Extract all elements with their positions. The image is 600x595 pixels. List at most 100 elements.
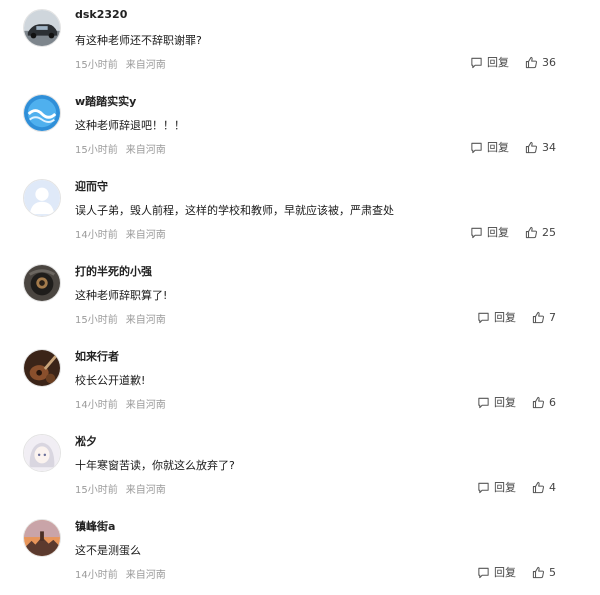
comment-actions: 回复 36 (470, 54, 556, 70)
reply-label: 回复 (494, 396, 516, 409)
thumbs-up-icon (532, 481, 544, 493)
comment-meta: 14小时前 来自河南 (75, 226, 166, 241)
reply-button[interactable]: 回复 (477, 564, 516, 580)
comment-meta: 15小时前 来自河南 (75, 311, 166, 326)
like-button[interactable]: 34 (525, 141, 556, 154)
avatar[interactable] (23, 519, 61, 557)
sunset-photo-icon (24, 520, 60, 556)
comment-item: 如来行者 校长公开道歉! 14小时前 来自河南 回复 6 (0, 340, 600, 425)
comment-item: 迎而守 误人子弟，毁人前程，这样的学校和教师，早就应该被，严肃查处 14小时前来… (0, 170, 600, 255)
reply-button[interactable]: 回复 (477, 394, 516, 410)
comment-item: dsk2320 有这种老师还不辞职谢罪? 15小时前 来自河南 回复 36 (0, 0, 600, 85)
comment-time: 14小时前 (75, 230, 118, 241)
comment-location: 来自河南 (125, 230, 166, 241)
like-count: 4 (549, 480, 556, 494)
like-button[interactable]: 36 (525, 56, 556, 69)
like-button[interactable]: 7 (532, 311, 556, 324)
comment-location: 来自河南 (125, 570, 166, 581)
avatar[interactable] (23, 349, 61, 387)
reply-button[interactable]: 回复 (477, 309, 516, 325)
username[interactable]: 凇夕 (75, 433, 97, 449)
comment-time: 14小时前 (75, 400, 118, 411)
comment-actions: 回复 25 (470, 224, 556, 240)
comment-location: 来自河南 (125, 315, 166, 326)
like-button[interactable]: 5 (532, 566, 556, 579)
comment-text: 这种老师辞退吧！！！ (75, 119, 185, 132)
reply-label: 回复 (494, 311, 516, 324)
reply-icon (471, 227, 482, 238)
thumbs-up-icon (532, 566, 544, 578)
comment-meta: 15小时前 来自河南 (75, 481, 166, 496)
avatar[interactable] (23, 9, 61, 47)
comment-location: 来自河南 (125, 485, 166, 496)
comment-text: 校长公开道歉! (75, 374, 146, 387)
username[interactable]: 打的半死的小强 (75, 263, 152, 279)
anime-girl-icon (24, 435, 60, 471)
reply-label: 回复 (494, 566, 516, 579)
comment-text: 十年寒窗苦读，你就这么放弃了? (75, 459, 235, 472)
comment-meta: 15小时前 来自河南 (75, 141, 166, 156)
username[interactable]: 镇峰街a (75, 518, 115, 534)
comment-list: dsk2320 有这种老师还不辞职谢罪? 15小时前 来自河南 回复 36 w踏… (0, 0, 600, 583)
comment-time: 15小时前 (75, 145, 118, 156)
username[interactable]: dsk2320 (75, 8, 127, 21)
comment-time: 15小时前 (75, 485, 118, 496)
like-count: 34 (542, 140, 556, 154)
comment-text: 有这种老师还不辞职谢罪? (75, 34, 202, 47)
reply-icon (471, 57, 482, 68)
reply-label: 回复 (494, 481, 516, 494)
like-button[interactable]: 4 (532, 481, 556, 494)
guitar-photo-icon (24, 350, 60, 386)
car-photo-icon (24, 10, 60, 46)
comment-meta: 14小时前 来自河南 (75, 396, 166, 411)
comment-text: 这不是测蛋么 (75, 544, 141, 557)
reply-icon (478, 567, 489, 578)
reply-button[interactable]: 回复 (470, 224, 509, 240)
comment-actions: 回复 34 (470, 139, 556, 155)
dark-character-icon (24, 265, 60, 301)
reply-icon (471, 142, 482, 153)
thumbs-up-icon (525, 226, 537, 238)
avatar[interactable] (23, 179, 61, 217)
comment-item: 镇峰街a 这不是测蛋么 14小时前 来自河南 回复 5 (0, 510, 600, 595)
reply-icon (478, 482, 489, 493)
comment-location: 来自河南 (125, 145, 166, 156)
avatar[interactable] (23, 264, 61, 302)
like-count: 6 (549, 395, 556, 409)
reply-button[interactable]: 回复 (470, 54, 509, 70)
comment-meta: 15小时前 来自河南 (75, 56, 166, 71)
thumbs-up-icon (532, 311, 544, 323)
thumbs-up-icon (525, 56, 537, 68)
username[interactable]: 迎而守 (75, 178, 108, 194)
comment-item: 凇夕 十年寒窗苦读，你就这么放弃了? 15小时前 来自河南 回复 4 (0, 425, 600, 510)
like-count: 7 (549, 310, 556, 324)
comment-time: 14小时前 (75, 570, 118, 581)
comment-location: 来自河南 (125, 60, 166, 71)
avatar[interactable] (23, 94, 61, 132)
reply-button[interactable]: 回复 (470, 139, 509, 155)
reply-label: 回复 (487, 226, 509, 239)
like-button[interactable]: 25 (525, 226, 556, 239)
thumbs-up-icon (532, 396, 544, 408)
reply-icon (478, 397, 489, 408)
reply-label: 回复 (487, 141, 509, 154)
reply-icon (478, 312, 489, 323)
comment-actions: 回复 5 (477, 564, 556, 580)
comment-item: 打的半死的小强 这种老师辞职算了! 15小时前 来自河南 回复 7 (0, 255, 600, 340)
comment-location: 来自河南 (125, 400, 166, 411)
avatar[interactable] (23, 434, 61, 472)
comment-actions: 回复 7 (477, 309, 556, 325)
default-user-icon (24, 180, 60, 216)
comment-actions: 回复 6 (477, 394, 556, 410)
comment-meta: 14小时前 来自河南 (75, 566, 166, 581)
reply-button[interactable]: 回复 (477, 479, 516, 495)
like-count: 36 (542, 55, 556, 69)
comment-actions: 回复 4 (477, 479, 556, 495)
reply-label: 回复 (487, 56, 509, 69)
thumbs-up-icon (525, 141, 537, 153)
username[interactable]: w踏踏实实y (75, 93, 136, 109)
like-button[interactable]: 6 (532, 396, 556, 409)
username[interactable]: 如来行者 (75, 348, 119, 364)
blue-wave-logo-icon (24, 95, 60, 131)
comment-text: 这种老师辞职算了! (75, 289, 168, 302)
